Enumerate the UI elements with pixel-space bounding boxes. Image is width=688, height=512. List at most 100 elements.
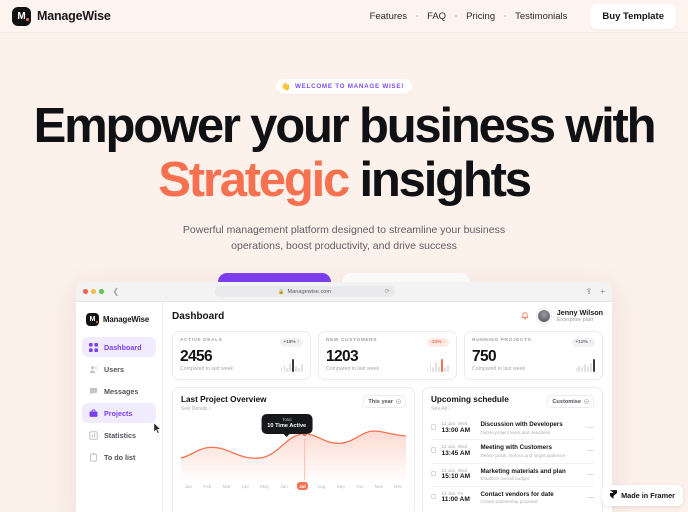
sparkline-chart — [426, 359, 449, 373]
share-icon[interactable]: ⇪ — [586, 287, 593, 296]
sidebar-item-label: Dashboard — [104, 342, 142, 352]
stat-sub: Compared to last week — [326, 366, 380, 373]
plus-icon[interactable]: + — [600, 287, 605, 296]
schedule-title: Discussion with Developers — [480, 421, 563, 429]
sidebar-item-dashboard[interactable]: Dashboard — [82, 337, 156, 357]
close-window-icon[interactable] — [83, 289, 88, 294]
hero-subtitle-line2: operations, boost productivity, and driv… — [231, 240, 457, 253]
chart-icon — [89, 430, 98, 440]
schedule-text-group: Meeting with Customers Define goals, met… — [480, 444, 582, 458]
chart-tooltip-value: 10 Time Active — [267, 422, 307, 429]
nav-link-faq[interactable]: FAQ — [418, 11, 455, 22]
nav-link-features[interactable]: Features — [361, 11, 417, 22]
window-traffic-lights — [83, 289, 104, 294]
sidebar-item-messages[interactable]: Messages — [82, 381, 156, 401]
brand-logo-icon: M — [12, 6, 31, 26]
stat-card-top: RUNNING PROJECTS +12% ↑ — [472, 338, 595, 347]
more-options-icon[interactable]: — — [587, 447, 594, 454]
nav-link-pricing[interactable]: Pricing — [457, 11, 504, 22]
axis-tick: Sep — [336, 483, 345, 489]
browser-chrome-bar: ❮ 🔒 Managewise.com ⟳ ⇪ + — [76, 282, 612, 302]
checkbox[interactable] — [430, 424, 437, 430]
stat-text-group: 2456 Compared to last week — [180, 348, 233, 373]
buy-template-button[interactable]: Buy Template — [590, 3, 676, 29]
more-options-icon[interactable]: — — [587, 424, 594, 431]
axis-tick: Oct — [356, 483, 364, 489]
app-logo-letter: M — [89, 316, 96, 323]
stat-cards: ACTIVE DEALS +18% ↑ 2456 Compared to las… — [172, 331, 603, 381]
axis-tick: May — [260, 483, 270, 489]
sidebar-item-label: Projects — [104, 408, 133, 418]
browser-url-bar[interactable]: 🔒 Managewise.com ⟳ — [214, 286, 395, 297]
sidebar-item-label: Statistics — [104, 430, 136, 440]
dashboard-app: M ManageWise Dashboard Users Messages Pr… — [76, 302, 612, 512]
list-item[interactable]: 13 Jan, Wed 15:10 AM Marketing materials… — [430, 464, 594, 487]
hero-subtitle: Powerful management platform designed to… — [0, 222, 688, 255]
hero-headline-line1: Empower your business with — [33, 99, 657, 153]
sidebar-item-projects[interactable]: Projects — [82, 403, 156, 423]
avatar[interactable] — [536, 309, 551, 324]
site-navbar: M ManageWise Features FAQ Pricing Testim… — [0, 0, 688, 33]
maximize-window-icon[interactable] — [99, 289, 104, 294]
schedule-desc: Define goals, metrics and target audienc… — [480, 452, 566, 458]
sidebar-item-users[interactable]: Users — [82, 359, 156, 379]
year-filter-button[interactable]: This year — [363, 395, 406, 409]
browser-back-icon[interactable]: ❮ — [113, 287, 120, 296]
year-filter-label: This year — [368, 398, 393, 405]
stat-card-top: NEW CUSTOMERS -23% ↓ — [326, 338, 449, 347]
axis-tick-selected[interactable]: Jul — [296, 482, 309, 491]
more-options-icon[interactable]: — — [587, 471, 594, 478]
list-item[interactable]: 14 Jan, Fri 11:00 AM Contact vendors for… — [430, 487, 594, 509]
stat-card-body: 1203 Compared to last week — [326, 347, 449, 373]
app-brand[interactable]: M ManageWise — [86, 313, 156, 326]
welcome-badge-text: WELCOME TO MANAGE WISE! — [295, 83, 405, 90]
reload-icon[interactable]: ⟳ — [385, 288, 390, 295]
sidebar-item-todo-list[interactable]: To do list — [82, 447, 156, 467]
minimize-window-icon[interactable] — [91, 289, 96, 294]
project-overview-panel: Last Project Overview See Details › This… — [172, 387, 415, 512]
welcome-badge: 👋 WELCOME TO MANAGE WISE! — [275, 79, 413, 94]
notification-bell-icon[interactable] — [519, 310, 531, 322]
gear-icon — [584, 399, 589, 405]
checkbox[interactable] — [430, 447, 437, 453]
stat-card-new-customers: NEW CUSTOMERS -23% ↓ 1203 Compared to la… — [318, 331, 457, 381]
made-in-framer-badge[interactable]: Made in Framer — [602, 485, 683, 506]
axis-tick: Apr — [241, 483, 250, 489]
stat-text-group: 1203 Compared to last week — [326, 347, 380, 373]
status-badge: +12% ↑ — [571, 338, 595, 347]
checkbox[interactable] — [430, 493, 437, 500]
list-item[interactable]: 12 Jan, Wed 13:00 AM Discussion with Dev… — [430, 417, 594, 441]
more-options-icon[interactable]: — — [587, 494, 594, 501]
see-all-link[interactable]: See All › — [431, 406, 509, 412]
nav-link-testimonials[interactable]: Testimonials — [506, 11, 576, 22]
user-name: Jenny Wilson — [556, 308, 603, 317]
browser-mockup: ❮ 🔒 Managewise.com ⟳ ⇪ + M ManageWise Da… — [76, 282, 612, 512]
see-details-link[interactable]: See Details › — [181, 406, 267, 412]
checkbox[interactable] — [430, 470, 437, 476]
hero-section: 👋 WELCOME TO MANAGE WISE! Empower your b… — [0, 33, 688, 307]
schedule-hour: 11:00 AM — [441, 496, 470, 504]
panel-title-group: Upcoming schedule See All › — [431, 395, 509, 412]
sparkline-chart — [575, 359, 595, 373]
brand-logo-letter: M — [17, 10, 26, 22]
app-header: Dashboard Jenny Wilson Enterprise plan — [172, 308, 603, 324]
customise-button[interactable]: Customise — [547, 395, 594, 409]
axis-tick: Jan — [184, 483, 193, 489]
site-brand[interactable]: M ManageWise — [12, 6, 111, 26]
sidebar-item-statistics[interactable]: Statistics — [82, 425, 156, 445]
hero-headline-accent: Strategic — [158, 153, 350, 207]
schedule-text-group: Contact vendors for date Create partners… — [480, 491, 582, 505]
list-item[interactable]: 12 Jan, Wed 13:45 AM Meeting with Custom… — [430, 440, 594, 464]
status-badge: +18% ↑ — [279, 338, 303, 347]
stat-card-running-projects: RUNNING PROJECTS +12% ↑ 750 Compared to … — [464, 331, 603, 381]
panel-title: Last Project Overview — [181, 395, 267, 405]
app-brand-name: ManageWise — [103, 315, 150, 324]
upcoming-schedule-panel: Upcoming schedule See All › Customise 12… — [421, 387, 603, 512]
landing-page: M ManageWise Features FAQ Pricing Testim… — [0, 0, 688, 512]
sidebar-item-label: Users — [104, 364, 124, 374]
schedule-text-group: Marketing materials and plan Establish o… — [480, 468, 582, 482]
hero-headline: Empower your business with Strategic ins… — [0, 102, 688, 205]
area-chart: Total 10 Time Active Jan Feb Mar Apr May… — [181, 414, 406, 492]
schedule-desc: Create partnership proposal — [480, 498, 538, 504]
stat-value: 1203 — [326, 347, 359, 365]
